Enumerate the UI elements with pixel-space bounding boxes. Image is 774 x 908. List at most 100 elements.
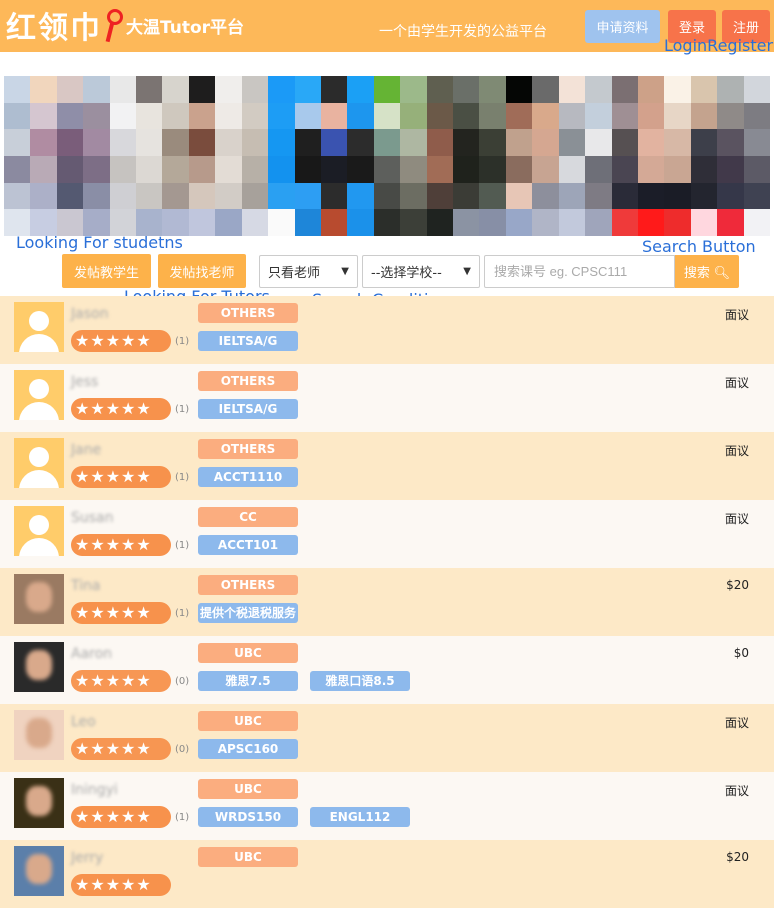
tutor-row[interactable]: Jason ★★★★★ (1) OTHERS IELTSA/G 面议 [0, 296, 774, 364]
site-logo[interactable]: 红领巾 大温Tutor平台 [6, 6, 245, 46]
dropdown-caret-icon: ▼ [463, 266, 471, 277]
banner-pixel [30, 129, 57, 156]
tutor-name[interactable]: Jess [71, 374, 98, 390]
course-tag[interactable]: 雅思7.5 [198, 671, 298, 691]
course-search-input[interactable] [484, 255, 675, 288]
banner-pixel [717, 209, 744, 236]
tutor-name[interactable]: Jane [71, 442, 101, 458]
banner-pixel [426, 76, 454, 103]
tutor-name[interactable]: Susan [71, 510, 114, 526]
tutor-row[interactable]: Aaron ★★★★★ (0) UBC 雅思7.5 雅思口语8.5 $0 [0, 636, 774, 704]
avatar[interactable] [14, 302, 64, 352]
avatar[interactable] [14, 710, 64, 760]
tutor-row[interactable]: Jess ★★★★★ (1) OTHERS IELTSA/G 面议 [0, 364, 774, 432]
banner-pixel [215, 102, 242, 130]
school-tag[interactable]: OTHERS [198, 303, 298, 323]
avatar[interactable] [14, 438, 64, 488]
course-tag[interactable]: 提供个税退税服务 [198, 603, 298, 623]
top-header: 红领巾 大温Tutor平台 一个由学生开发的公益平台 申请资料 登录 注册 [0, 0, 774, 52]
tutor-name[interactable]: Iningyi [71, 782, 118, 798]
banner-pixel [162, 182, 189, 210]
rating-count: (0) [175, 744, 190, 755]
school-filter-select[interactable]: --选择学校-- ▼ [362, 255, 480, 288]
course-tag[interactable]: ENGL112 [310, 807, 410, 827]
banner-pixel [268, 209, 295, 236]
school-tag[interactable]: UBC [198, 847, 298, 867]
rating-stars: ★★★★★ [71, 738, 171, 760]
tutor-list: Jason ★★★★★ (1) OTHERS IELTSA/G 面议 Jess ★★★★★ (1… [0, 296, 774, 908]
logo-subtitle: 大温Tutor平台 [126, 17, 245, 38]
banner-pixel [109, 209, 137, 236]
school-tag[interactable]: UBC [198, 779, 298, 799]
avatar[interactable] [14, 574, 64, 624]
role-filter-select[interactable]: 只看老师 ▼ [259, 255, 358, 288]
avatar[interactable] [14, 642, 64, 692]
banner-pixel [83, 129, 110, 156]
school-tag[interactable]: OTHERS [198, 439, 298, 459]
banner-pixel [479, 182, 506, 210]
banner-pixel [241, 209, 269, 236]
price-label: 面议 [724, 784, 749, 798]
banner-pixel [109, 182, 137, 210]
banner-pixel [373, 209, 401, 236]
banner-pixel [479, 76, 506, 103]
rating-stars: ★★★★★ [71, 330, 171, 352]
rating-stars: ★★★★★ [71, 534, 171, 556]
avatar-photo-face [26, 854, 52, 884]
tutor-row[interactable]: Leo ★★★★★ (0) UBC APSC160 面议 [0, 704, 774, 772]
tutor-name[interactable]: Leo [71, 714, 96, 730]
banner-pixel [162, 102, 189, 130]
annotation-login-register: LoginRegister [664, 36, 774, 55]
rating-stars: ★★★★★ [71, 806, 171, 828]
banner-pixel [585, 155, 612, 183]
banner-pixel [400, 76, 427, 103]
tutor-name[interactable]: Jerry [71, 850, 103, 866]
search-label: 搜索 [683, 265, 710, 280]
banner-pixel [347, 155, 374, 183]
avatar[interactable] [14, 370, 64, 420]
course-tag[interactable]: ACCT101 [198, 535, 298, 555]
school-tag[interactable]: OTHERS [198, 371, 298, 391]
banner-pixel [400, 209, 427, 236]
post-teach-students-button[interactable]: 发帖教学生 [62, 254, 151, 288]
search-button[interactable]: 搜索 🔍︎ [675, 255, 739, 288]
tutor-row[interactable]: Tina ★★★★★ (1) OTHERS 提供个税退税服务 $20 [0, 568, 774, 636]
banner-pixel [215, 155, 242, 183]
course-tag[interactable]: ACCT1110 [198, 467, 298, 487]
banner-pixel [505, 155, 533, 183]
banner-pixel [532, 102, 559, 130]
school-tag[interactable]: UBC [198, 711, 298, 731]
apply-info-button[interactable]: 申请资料 [585, 10, 660, 43]
post-find-tutor-button[interactable]: 发帖找老师 [158, 254, 246, 288]
banner-pixel [426, 102, 454, 130]
banner-pixel [505, 182, 533, 210]
banner-pixel [241, 155, 269, 183]
banner-pixel [532, 182, 559, 210]
school-tag[interactable]: CC [198, 507, 298, 527]
school-tag[interactable]: OTHERS [198, 575, 298, 595]
tutor-row[interactable]: Susan ★★★★★ (1) CC ACCT101 面议 [0, 500, 774, 568]
banner-pixel [347, 209, 374, 236]
banner-pixel [400, 182, 427, 210]
tutor-row[interactable]: Iningyi ★★★★★ (1) UBC WRDS150 ENGL112 面议 [0, 772, 774, 840]
course-tag[interactable]: APSC160 [198, 739, 298, 759]
tutor-row[interactable]: Jane ★★★★★ (1) OTHERS ACCT1110 面议 [0, 432, 774, 500]
banner-pixel [294, 209, 321, 236]
course-tag[interactable]: 雅思口语8.5 [310, 671, 410, 691]
tutor-name[interactable]: Tina [71, 578, 100, 594]
banner-pixel [637, 76, 665, 103]
course-tag[interactable]: WRDS150 [198, 807, 298, 827]
tutor-row[interactable]: Jerry ★★★★★ UBC $20 [0, 840, 774, 908]
course-tag[interactable]: IELTSA/G [198, 331, 298, 351]
avatar[interactable] [14, 778, 64, 828]
avatar[interactable] [14, 846, 64, 896]
banner-image-mosaic[interactable] [4, 76, 770, 236]
tutor-name[interactable]: Aaron [71, 646, 112, 662]
banner-pixel [83, 76, 110, 103]
avatar[interactable] [14, 506, 64, 556]
banner-pixel [268, 102, 295, 130]
tutor-name[interactable]: Jason [71, 306, 108, 322]
banner-pixel [320, 102, 348, 130]
school-tag[interactable]: UBC [198, 643, 298, 663]
course-tag[interactable]: IELTSA/G [198, 399, 298, 419]
